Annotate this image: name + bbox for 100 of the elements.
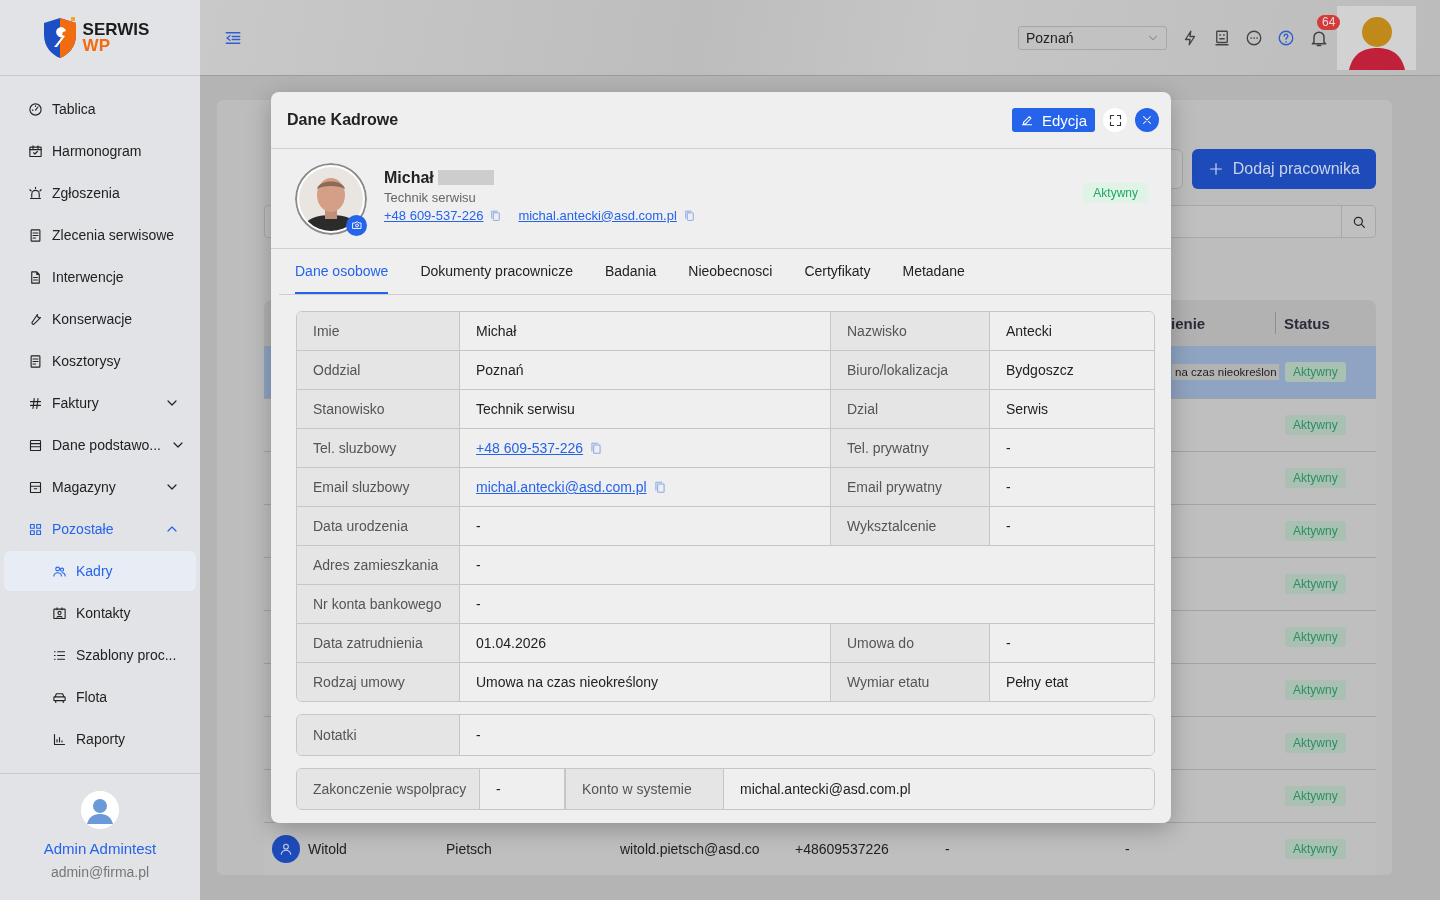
alarm-icon <box>28 185 43 201</box>
sidebar-item[interactable]: Flota <box>4 677 196 717</box>
field-label: Wyksztalcenie <box>847 518 937 534</box>
sidebar-item[interactable]: Raporty <box>4 719 196 759</box>
email-link[interactable]: michal.antecki@asd.com.pl <box>518 207 677 223</box>
field-value: - <box>476 557 481 573</box>
field-label: Email sluzbowy <box>313 479 410 495</box>
field-value: - <box>476 518 481 534</box>
wrench-icon <box>28 311 43 327</box>
field-label: Tel. sluzbowy <box>313 440 397 456</box>
phone-link[interactable]: +48 609-537-226 <box>384 207 484 223</box>
employee-position: Technik serwisu <box>384 189 477 205</box>
status-badge: Aktywny <box>1285 839 1346 859</box>
sidebar-item[interactable]: Interwencje <box>4 257 196 297</box>
grid-icon <box>28 521 43 537</box>
field-value: 01.04.2026 <box>476 635 547 651</box>
table-cell: na czas nieokreślon <box>1172 364 1279 380</box>
employee-name: Michał <box>384 168 434 187</box>
edit-button[interactable]: Edycja <box>1011 108 1095 132</box>
chat-icon[interactable] <box>1245 28 1263 47</box>
sidebar-item[interactable]: Pozostałe <box>4 509 196 549</box>
document-icon <box>28 269 43 285</box>
field-label: Notatki <box>313 727 357 743</box>
field-label: Biuro/lokalizacja <box>847 362 949 378</box>
field-label: Stanowisko <box>313 401 385 417</box>
tab[interactable]: Dane osobowe <box>295 249 389 294</box>
field-label: Nr konta bankowego <box>313 596 442 612</box>
field-value: - <box>1006 479 1011 495</box>
status-badge: Aktywny <box>1285 415 1346 435</box>
calendar-icon <box>28 143 43 159</box>
table-cell: witold.pietsch@asd.co <box>620 841 760 857</box>
link[interactable]: +48 609-537-226 <box>476 440 584 456</box>
help-icon[interactable] <box>1277 28 1295 47</box>
link[interactable]: michal.antecki@asd.com.pl <box>476 479 647 495</box>
tab[interactable]: Badania <box>604 249 657 294</box>
sidebar-item[interactable]: Tablica <box>4 89 196 129</box>
field-label: Umowa do <box>847 635 914 651</box>
field-value: - <box>1006 518 1011 534</box>
field-value: - <box>496 781 501 797</box>
sidebar-item[interactable]: Kontakty <box>4 593 196 633</box>
avatar-icon[interactable] <box>1337 5 1416 70</box>
sidebar-item[interactable]: Faktury <box>4 383 196 423</box>
field-value: Serwis <box>1006 401 1048 417</box>
sidebar-item[interactable]: Harmonogram <box>4 131 196 171</box>
clipboard-icon <box>28 227 43 243</box>
table-cell: - <box>1125 841 1130 857</box>
field-label: Oddzial <box>313 362 361 378</box>
close-button[interactable] <box>1135 108 1159 132</box>
location-select[interactable]: Poznań <box>1018 25 1167 50</box>
table-cell: Witold <box>308 841 347 857</box>
field-value: Michał <box>476 323 517 339</box>
pencil-icon <box>1019 113 1034 127</box>
field-value: Pełny etat <box>1006 674 1069 690</box>
gauge-icon <box>28 101 43 117</box>
field-label: Imie <box>313 323 340 339</box>
add-employee-button[interactable]: Dodaj pracownika <box>1191 149 1376 189</box>
close-icon <box>1140 113 1154 127</box>
sidebar-item[interactable]: Dane podstawo... <box>4 425 196 465</box>
notification-count: 64 <box>1317 14 1341 30</box>
status-badge: Aktywny <box>1285 521 1346 541</box>
field-label: Tel. prywatny <box>847 440 929 456</box>
sidebar-item[interactable]: Szablony proc... <box>4 635 196 675</box>
field-label: Adres zamieszkania <box>313 557 439 573</box>
tab[interactable]: Dokumenty pracownicze <box>420 249 573 294</box>
field-label: Data zatrudnienia <box>313 635 423 651</box>
tab[interactable]: Metadane <box>902 249 965 294</box>
contact-card-icon <box>52 605 67 621</box>
status-badge: Aktywny <box>1083 182 1148 203</box>
table-cell: +48609537226 <box>795 841 889 857</box>
status-badge: Aktywny <box>1285 574 1346 594</box>
sidebar-item[interactable]: Kadry <box>4 551 196 591</box>
sidebar-item[interactable]: Magazyny <box>4 467 196 507</box>
fullscreen-icon <box>1107 112 1123 128</box>
field-value: Poznań <box>476 362 524 378</box>
redaction-bar <box>437 170 494 185</box>
monitor-icon[interactable] <box>1213 28 1231 47</box>
field-value: - <box>476 596 481 612</box>
logo-text: WP <box>82 37 111 54</box>
field-value: Antecki <box>1006 323 1052 339</box>
fullscreen-button[interactable] <box>1103 108 1127 132</box>
status-badge: Aktywny <box>1285 786 1346 806</box>
tab[interactable]: Nieobecnosci <box>688 249 773 294</box>
user-name[interactable]: Admin Admintest <box>43 840 157 857</box>
person-icon <box>279 842 293 856</box>
sidebar-item[interactable]: Zgłoszenia <box>4 173 196 213</box>
status-badge: Aktywny <box>1285 680 1346 700</box>
tab[interactable]: Certyfikaty <box>804 249 871 294</box>
plus-icon <box>1207 161 1224 177</box>
sidebar-item[interactable]: Zlecenia serwisowe <box>4 215 196 255</box>
table-icon <box>28 437 43 453</box>
field-value: - <box>476 727 481 743</box>
sidebar-item[interactable]: Kosztorysy <box>4 341 196 381</box>
status-badge: Aktywny <box>1285 362 1346 382</box>
hash-icon <box>28 395 43 411</box>
field-label: Dzial <box>847 401 879 417</box>
user-email: admin@firma.pl <box>50 864 150 880</box>
status-badge: Aktywny <box>1285 733 1346 753</box>
chart-icon <box>52 731 67 747</box>
table-cell: Pietsch <box>446 841 492 857</box>
sidebar-item[interactable]: Konserwacje <box>4 299 196 339</box>
